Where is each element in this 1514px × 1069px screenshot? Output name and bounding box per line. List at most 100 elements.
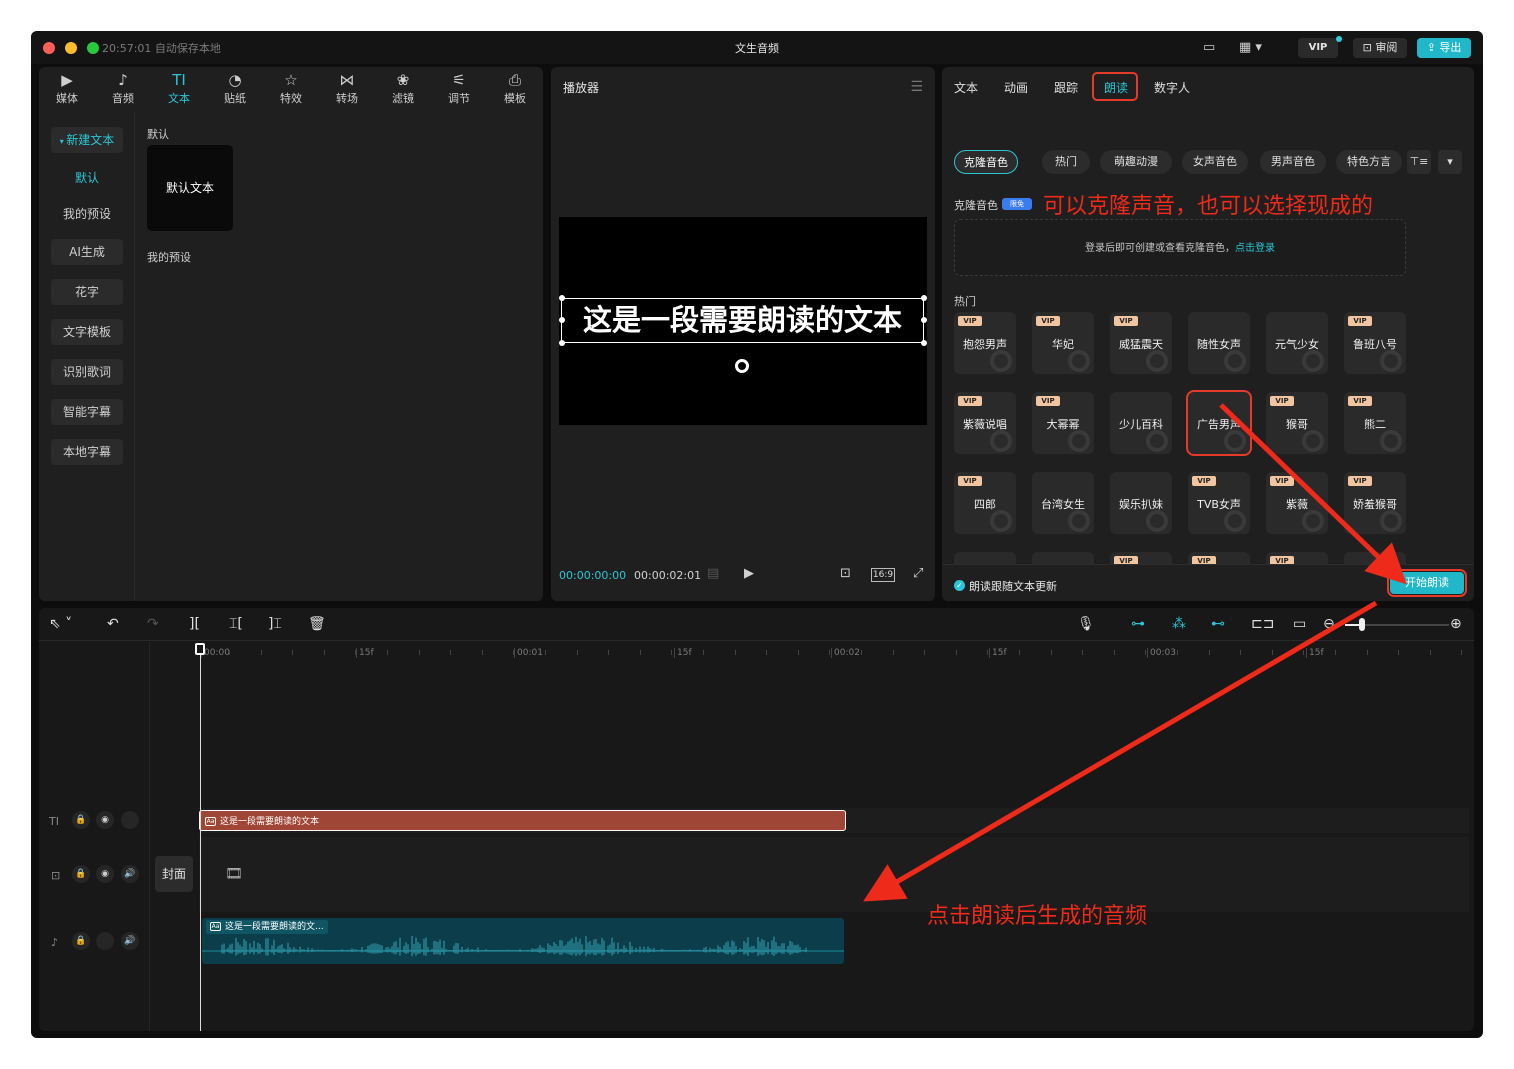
- microphone-icon[interactable]: 🎙: [1077, 616, 1095, 632]
- snap-icon[interactable]: ⁂: [1172, 616, 1186, 632]
- tool-sticker[interactable]: ◔ 贴纸: [207, 67, 263, 111]
- tab-1[interactable]: 动画: [1004, 79, 1028, 96]
- nav-text-template[interactable]: 文字模板: [51, 319, 123, 345]
- audio-clip[interactable]: Aa 这是一段需要朗读的文...: [202, 918, 844, 964]
- voice-chip[interactable]: 特色方言: [1336, 150, 1402, 174]
- follow-update-checkbox[interactable]: ✓: [954, 580, 965, 591]
- playhead-line[interactable]: [200, 644, 201, 1031]
- review-button[interactable]: ⊡ 审阅: [1353, 38, 1407, 58]
- text-clip[interactable]: Aa 这是一段需要朗读的文本: [199, 810, 846, 831]
- voice-chip[interactable]: 萌趣动漫: [1100, 150, 1172, 174]
- resize-handle-tr[interactable]: [921, 295, 927, 301]
- tool-adjust[interactable]: ⚟ 调节: [431, 67, 487, 111]
- tab-2[interactable]: 跟踪: [1054, 79, 1078, 96]
- resize-handle-br[interactable]: [921, 340, 927, 346]
- main-track-link-icon[interactable]: ⊶: [1131, 616, 1145, 632]
- aspect-ratio-button[interactable]: 16:9: [871, 568, 895, 582]
- voice-card[interactable]: VIP 威猛震天: [1110, 312, 1172, 374]
- tool-effects[interactable]: ☆ 特效: [263, 67, 319, 111]
- default-text-card[interactable]: 默认文本: [147, 145, 233, 231]
- nav-default[interactable]: 默认: [51, 165, 123, 191]
- minimize-window-button[interactable]: [65, 42, 77, 54]
- resize-handle-tl[interactable]: [559, 295, 565, 301]
- nav-ai-generate[interactable]: AI生成: [51, 239, 123, 265]
- resize-handle-l[interactable]: [559, 317, 565, 323]
- nav-smart-captions[interactable]: 智能字幕: [51, 399, 123, 425]
- close-window-button[interactable]: [43, 42, 55, 54]
- export-button[interactable]: ⇪ 导出: [1417, 38, 1471, 58]
- lock-icon[interactable]: 🔒: [72, 932, 90, 950]
- center-split-icon[interactable]: ⊏⊐: [1251, 616, 1274, 632]
- voice-card[interactable]: VIP 抱怨男声: [954, 312, 1016, 374]
- nav-local-captions[interactable]: 本地字幕: [51, 439, 123, 465]
- zoom-slider-knob[interactable]: [1359, 618, 1365, 631]
- maximize-window-button[interactable]: [87, 42, 99, 54]
- text-selection-box[interactable]: [561, 298, 924, 343]
- split-icon[interactable]: ][: [189, 616, 200, 632]
- undo-icon[interactable]: ↶: [107, 616, 119, 632]
- start-reading-button[interactable]: 开始朗读: [1387, 569, 1467, 597]
- login-link[interactable]: 点击登录: [1235, 243, 1275, 254]
- vip-button[interactable]: VIP: [1298, 38, 1338, 58]
- voice-card[interactable]: 随性女声: [1188, 312, 1250, 374]
- voice-card[interactable]: VIP 娇羞猴哥: [1344, 472, 1406, 534]
- cover-button[interactable]: 封面: [155, 856, 193, 892]
- menu-icon[interactable]: ☰: [910, 79, 923, 95]
- lock-icon[interactable]: 🔒: [72, 811, 90, 829]
- tool-media[interactable]: ▶ 媒体: [39, 67, 95, 111]
- fullscreen-icon[interactable]: ⤢: [913, 566, 923, 581]
- tab-4[interactable]: 数字人: [1154, 79, 1190, 96]
- voice-card[interactable]: 广告男声: [1186, 390, 1252, 456]
- tool-filter[interactable]: ❀ 滤镜: [375, 67, 431, 111]
- eye-icon[interactable]: ◉: [96, 865, 114, 883]
- linkage-icon[interactable]: ⊷: [1211, 616, 1225, 632]
- captions-layout-icon[interactable]: ▭: [1203, 39, 1215, 57]
- chevron-down-icon[interactable]: ▾: [1438, 150, 1462, 174]
- volume-icon[interactable]: 🔊: [121, 932, 139, 950]
- voice-card[interactable]: 元气少女: [1266, 312, 1328, 374]
- eye-icon[interactable]: ◉: [96, 811, 114, 829]
- delete-icon[interactable]: 🗑: [308, 616, 326, 632]
- voice-card[interactable]: VIP 鲁班八号: [1344, 312, 1406, 374]
- select-cursor-icon[interactable]: ⇖ ˅: [49, 616, 72, 632]
- volume-icon[interactable]: 🔊: [121, 865, 139, 883]
- tool-audio[interactable]: ♪ 音频: [95, 67, 151, 111]
- nav-fancy-text[interactable]: 花字: [51, 279, 123, 305]
- redo-icon[interactable]: ↷: [147, 616, 159, 632]
- voice-card[interactable]: VIP 四郎: [954, 472, 1016, 534]
- nav-recognize-lyrics[interactable]: 识别歌词: [51, 359, 123, 385]
- video-canvas[interactable]: 这是一段需要朗读的文本: [559, 217, 927, 425]
- zoom-fit-icon[interactable]: ⊡: [840, 566, 851, 581]
- voice-chip[interactable]: 男声音色: [1260, 150, 1326, 174]
- tool-transition[interactable]: ⋈ 转场: [319, 67, 375, 111]
- play-icon[interactable]: ▶: [744, 566, 754, 581]
- resize-handle-r[interactable]: [921, 317, 927, 323]
- trim-left-icon[interactable]: ⌶[: [229, 616, 243, 632]
- zoom-in-icon[interactable]: ⊕: [1450, 616, 1462, 632]
- voice-card[interactable]: VIP 大幂幂: [1032, 392, 1094, 454]
- voice-card[interactable]: 台湾女生: [1032, 472, 1094, 534]
- voice-chip[interactable]: 热门: [1042, 150, 1090, 174]
- lock-icon[interactable]: 🔒: [72, 865, 90, 883]
- preview-axis-icon[interactable]: ▭: [1293, 616, 1306, 632]
- nav-my-presets[interactable]: 我的预设: [51, 201, 123, 227]
- nav-new-text[interactable]: ▾ 新建文本: [51, 127, 123, 153]
- zoom-out-icon[interactable]: ⊖: [1323, 616, 1335, 632]
- tool-text[interactable]: TI 文本: [151, 67, 207, 111]
- waveform-icon[interactable]: ▤: [707, 566, 719, 581]
- voice-card[interactable]: VIP TVB女声: [1188, 472, 1250, 534]
- layout-grid-icon[interactable]: ▦ ▾: [1239, 39, 1262, 57]
- voice-card[interactable]: VIP 熊二: [1344, 392, 1406, 454]
- tab-0[interactable]: 文本: [954, 79, 978, 96]
- voice-card[interactable]: 少儿百科: [1110, 392, 1172, 454]
- voice-card[interactable]: VIP 紫薇说唱: [954, 392, 1016, 454]
- voice-card[interactable]: 娱乐扒妹: [1110, 472, 1172, 534]
- voice-card[interactable]: VIP 华妃: [1032, 312, 1094, 374]
- resize-handle-bl[interactable]: [559, 340, 565, 346]
- filter-icon[interactable]: ⊤≡: [1407, 150, 1431, 174]
- voice-card[interactable]: VIP 紫薇: [1266, 472, 1328, 534]
- tool-template[interactable]: ⎙ 模板: [487, 67, 543, 111]
- voice-chip[interactable]: 克隆音色: [954, 150, 1018, 174]
- voice-chip[interactable]: 女声音色: [1182, 150, 1248, 174]
- playhead-handle[interactable]: [195, 643, 205, 655]
